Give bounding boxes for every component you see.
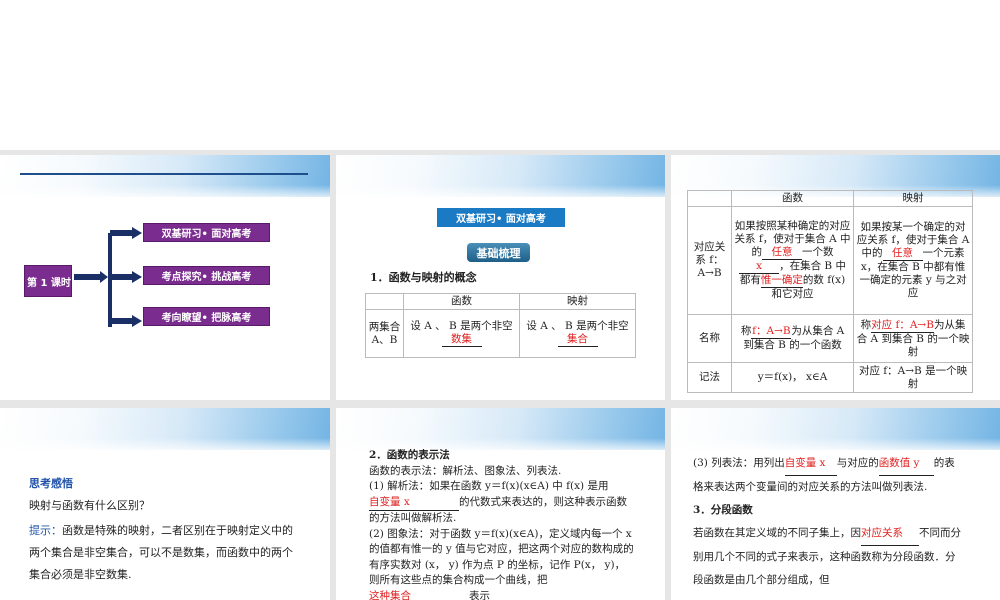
analytic-paragraph: (1) 解析法：如果在函数 y＝f(x)(x∈A) 中 f(x) 是用自变量 x… — [369, 479, 634, 527]
comparison-table: 函数 映射 对应关系 f：A→B 如果按照某种确定的对应关系 f，使对于集合 A … — [687, 190, 973, 393]
question-text: 映射与函数有什么区别？ — [29, 499, 150, 512]
header-cell: 函数 — [730, 190, 855, 207]
menu-item-outlook[interactable]: 考向瞭望• 把脉高考 — [143, 307, 270, 326]
answer: x — [739, 260, 780, 274]
concept-table: 函数 映射 两集合 A、B 设 A 、 B 是两个非空 数集 设 A 、 B 是两… — [365, 293, 636, 358]
slide-thumbnail-1[interactable]: 第 1 课时 双基研习• 面对高考 考点探究• 挑战高考 考向瞭望• 把脉高考 — [0, 155, 330, 400]
header-cell — [687, 190, 732, 207]
mapping-cell: 如果按某一个确定的对应关系 f，使对于集合 A 中的 任意 一个元素 x，在集合 B… — [853, 206, 973, 315]
answer: 这种集合 — [369, 589, 469, 600]
answer: 任意 — [762, 246, 803, 260]
topic-badge: 基础梳理 — [467, 243, 530, 262]
row-label: 记法 — [687, 362, 732, 393]
slide-thumbnail-6[interactable]: (3) 列表法：用列出自变量 x 与对应的函数值 y 的表格来表达两个变量间的对应关… — [671, 408, 1000, 600]
concept-heading: 1．函数与映射的概念 — [370, 271, 477, 284]
answer: 数集 — [441, 333, 482, 347]
section-heading: 3．分段函数 — [693, 504, 753, 516]
answer: 函数值 y — [878, 452, 934, 476]
hint-label: 提示： — [29, 524, 62, 537]
header-cell: 映射 — [519, 293, 636, 310]
header-cell — [365, 293, 404, 310]
mapping-cell: 对应 f：A→B 是一个映射 — [853, 362, 973, 393]
table-method-text: (3) 列表法：用列出自变量 x 与对应的函数值 y 的表格来表达两个变量间的对应关… — [693, 452, 963, 592]
slide-thumbnail-4[interactable]: 思考感悟 映射与函数有什么区别？ 提示：函数是特殊的映射，二者区别在于映射定义中… — [0, 408, 330, 600]
slide-thumbnail-5[interactable]: 2．函数的表示法 函数的表示法：解析法、图象法、列表法. (1) 解析法：如果在… — [336, 408, 665, 600]
answer: f：A→B — [751, 325, 792, 339]
cell-text: 一个数 — [802, 246, 834, 258]
answer: 惟一确定 — [760, 274, 803, 288]
piecewise-paragraph: 若函数在其定义域的不同子集上，因对应关系 不同而分别用几个不同的式子来表示，这种函… — [693, 522, 963, 592]
cell-text: 设 A 、 B 是两个非空 — [526, 320, 629, 332]
header-cell: 映射 — [853, 190, 973, 207]
menu-item-basics[interactable]: 双基研习• 面对高考 — [143, 223, 270, 242]
section-banner: 双基研习• 面对高考 — [437, 208, 565, 227]
answer: 对应 f：A→B — [871, 318, 934, 333]
text: (1) 解析法：如果在函数 y＝f(x)(x∈A) 中 f(x) 是用 — [369, 480, 609, 492]
reflection-title: 思考感悟 — [29, 477, 73, 490]
hint-text: 函数是特殊的映射，二者区别在于映射定义中的两个集合是非空集合，可以不是数集，而函… — [29, 524, 293, 581]
row-label: 对应关系 f：A→B — [687, 206, 732, 315]
title-rule — [20, 173, 308, 175]
representation-text: 2．函数的表示法 函数的表示法：解析法、图象法、列表法. (1) 解析法：如果在… — [369, 448, 634, 600]
cell-text: 称 — [740, 325, 752, 337]
branch-arrows-icon — [74, 227, 142, 327]
answer: 自变量 x — [369, 495, 459, 511]
cell-text: 设 A 、 B 是两个非空 — [410, 320, 513, 332]
section-heading: 2．函数的表示法 — [369, 449, 450, 461]
text: 表示 — [469, 589, 490, 600]
row-label: 名称 — [687, 314, 732, 363]
function-cell: 如果按照某种确定的对应关系 f，使对于集合 A 中的 任意 一个数x ，在集合 B 中… — [730, 206, 855, 315]
answer: 集合 — [557, 333, 598, 347]
table-paragraph: (3) 列表法：用列出自变量 x 与对应的函数值 y 的表格来表达两个变量间的对应关… — [693, 452, 963, 499]
text: (2) 图象法：对于函数 y＝f(x)(x∈A)，定义域内每一个 x 的值都有惟… — [369, 527, 634, 587]
row-label: 两集合 A、B — [365, 309, 404, 358]
cell-text: 称 — [860, 318, 872, 331]
slide-thumbnail-3[interactable]: 函数 映射 对应关系 f：A→B 如果按照某种确定的对应关系 f，使对于集合 A … — [671, 155, 1000, 400]
text: (3) 列表法：用列出 — [693, 457, 785, 469]
intro-text: 函数的表示法：解析法、图象法、列表法. — [369, 464, 562, 477]
lesson-box: 第 1 课时 — [24, 265, 72, 297]
mapping-cell: 称对应 f：A→B为从集合 A 到集合 B 的一个映射 — [853, 314, 973, 363]
menu-item-exploration[interactable]: 考点探究• 挑战高考 — [143, 266, 270, 285]
text: 与对应的 — [836, 457, 879, 469]
function-cell: y＝f(x)， x∈A — [730, 362, 855, 393]
function-cell: 称f：A→B为从集合 A 到集合 B 的一个函数 — [730, 314, 855, 363]
slide-thumbnail-2[interactable]: 双基研习• 面对高考 基础梳理 1．函数与映射的概念 函数 映射 两集合 A、B … — [336, 155, 665, 400]
header-cell: 函数 — [403, 293, 520, 310]
hint-paragraph: 提示：函数是特殊的映射，二者区别在于映射定义中的两个集合是非空集合，可以不是数集… — [29, 520, 301, 586]
function-cell: 设 A 、 B 是两个非空 数集 — [403, 309, 520, 358]
answer: 自变量 x — [784, 452, 837, 476]
answer: 任意 — [882, 247, 923, 261]
text: 若函数在其定义域的不同子集上，因 — [693, 527, 861, 539]
mapping-cell: 设 A 、 B 是两个非空 集合 — [519, 309, 636, 358]
graph-paragraph: (2) 图象法：对于函数 y＝f(x)(x∈A)，定义域内每一个 x 的值都有惟… — [369, 527, 634, 600]
answer: 对应关系 — [861, 522, 919, 546]
